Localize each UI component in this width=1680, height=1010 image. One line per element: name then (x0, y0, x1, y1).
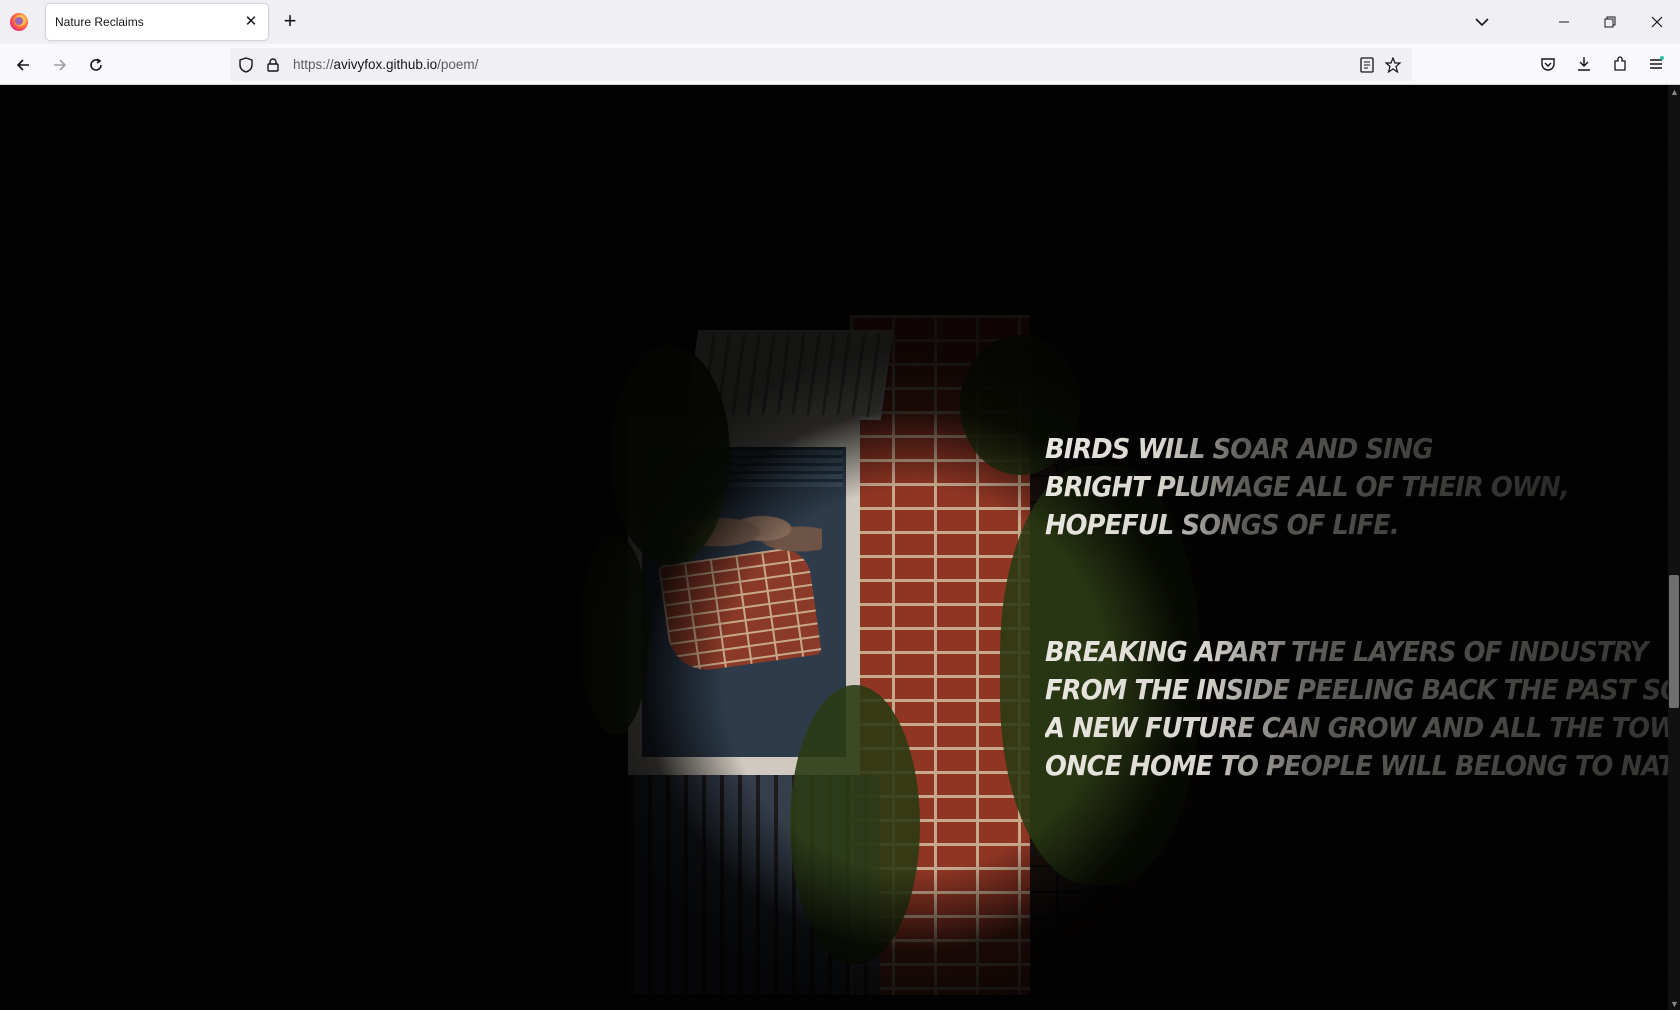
poem-line: Hopeful songs of life. (1045, 506, 1569, 544)
lock-icon[interactable] (264, 56, 282, 74)
url-path: /poem/ (437, 57, 479, 72)
ivy-vine (610, 345, 730, 565)
ivy-vine (580, 535, 650, 735)
poem-line: Breaking apart the layers of industry (1045, 633, 1668, 671)
url-text[interactable]: https://avivyfox.github.io/poem/ (293, 57, 478, 72)
chevron-down-icon[interactable] (1472, 12, 1492, 32)
reader-view-icon[interactable] (1358, 56, 1376, 74)
reload-icon[interactable] (83, 52, 109, 78)
url-scheme: https:// (293, 57, 334, 72)
star-icon[interactable] (1384, 56, 1402, 74)
poem-line: Birds will soar and sing (1045, 430, 1569, 468)
plus-icon[interactable]: + (278, 10, 302, 34)
url-host: avivyfox.github.io (333, 57, 438, 72)
poem-line: Once home to people will belong to natur… (1045, 747, 1668, 785)
ivy-vine (790, 685, 920, 965)
poem-stanza-1: Birds will soar and sing Bright plumage … (1045, 430, 1614, 544)
poem-line: From the inside peeling back the past so… (1045, 671, 1668, 709)
tab-nature-reclaims[interactable]: Nature Reclaims ✕ (46, 4, 268, 40)
poem-scene: Birds will soar and sing Bright plumage … (0, 85, 1668, 1010)
scroll-up-arrow-icon[interactable]: ▲ (1670, 88, 1679, 97)
close-icon[interactable]: ✕ (242, 13, 260, 31)
scroll-down-arrow-icon[interactable]: ▼ (1670, 1000, 1679, 1009)
navigation-toolbar: https://avivyfox.github.io/poem/ (0, 44, 1680, 85)
download-icon[interactable] (1573, 53, 1595, 75)
tab-strip: Nature Reclaims ✕ + (0, 0, 1680, 44)
poem-stanza-2: Breaking apart the layers of industry Fr… (1045, 633, 1668, 785)
tab-title: Nature Reclaims (55, 15, 144, 29)
pocket-icon[interactable] (1537, 53, 1559, 75)
poem-line: Bright plumage all of their own, (1045, 468, 1570, 506)
close-icon[interactable] (1645, 10, 1669, 34)
restore-icon[interactable] (1598, 10, 1622, 34)
firefox-logo-icon[interactable] (10, 13, 28, 31)
poem-line: A new future can grow and all the towers… (1045, 709, 1668, 747)
back-arrow-icon[interactable] (10, 52, 36, 78)
shield-icon[interactable] (237, 56, 255, 74)
extensions-icon[interactable] (1609, 53, 1631, 75)
forward-arrow-icon[interactable] (47, 52, 73, 78)
menu-icon[interactable] (1645, 53, 1667, 75)
url-bar[interactable]: https://avivyfox.github.io/poem/ (230, 48, 1412, 81)
scrollbar[interactable] (1668, 85, 1680, 1010)
scrollbar-thumb[interactable] (1669, 575, 1679, 708)
minimize-icon[interactable] (1552, 10, 1576, 34)
